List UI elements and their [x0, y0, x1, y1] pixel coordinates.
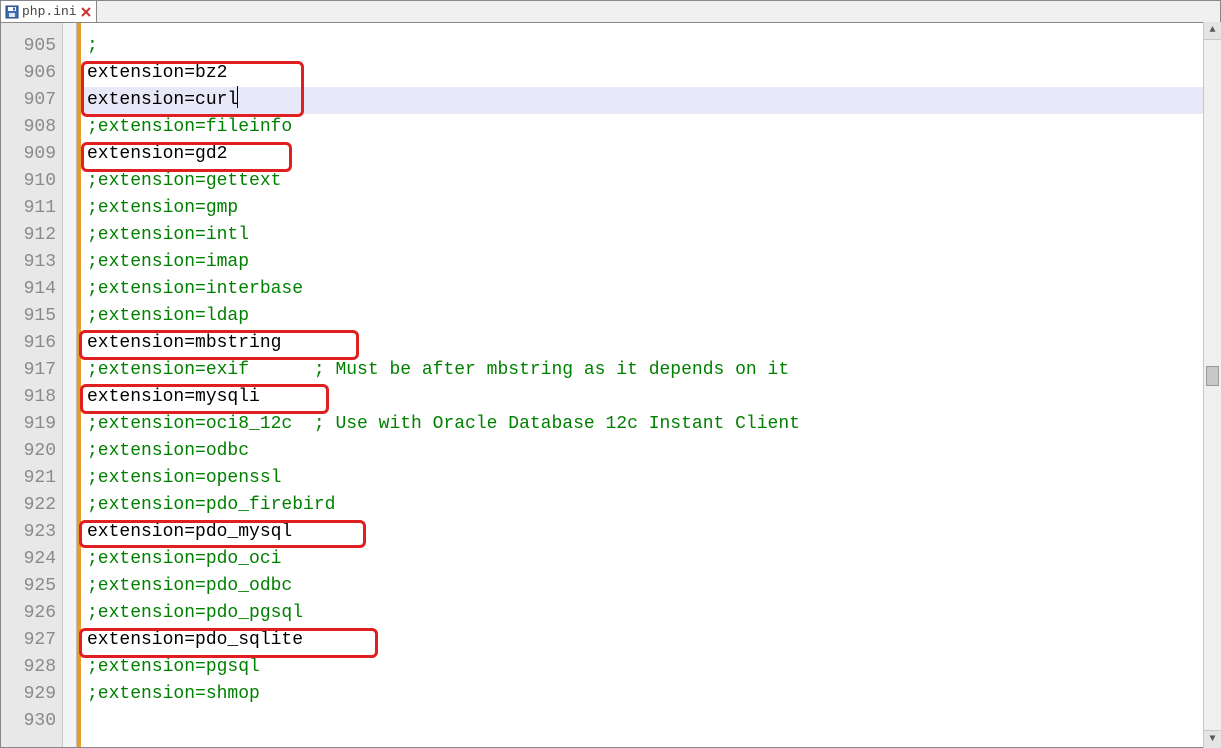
code-line[interactable]: ;extension=pgsql: [81, 654, 1220, 681]
line-number: 913: [1, 249, 62, 276]
code-text: ;extension=oci8_12c ; Use with Oracle Da…: [87, 414, 800, 434]
code-text: ;: [87, 36, 98, 56]
code-line[interactable]: extension=pdo_mysql: [81, 519, 1220, 546]
code-text: extension=pdo_sqlite: [87, 630, 303, 650]
code-line[interactable]: extension=gd2: [81, 141, 1220, 168]
line-number: 906: [1, 60, 62, 87]
scrollbar-thumb[interactable]: [1206, 366, 1219, 386]
code-text: extension=bz2: [87, 63, 227, 83]
code-line[interactable]: extension=bz2: [81, 60, 1220, 87]
save-icon: [5, 5, 19, 19]
code-line[interactable]: ;extension=openssl: [81, 465, 1220, 492]
code-text: ;extension=interbase: [87, 279, 303, 299]
code-line[interactable]: extension=curl: [81, 87, 1220, 114]
code-line[interactable]: ;extension=odbc: [81, 438, 1220, 465]
line-number: 930: [1, 708, 62, 735]
code-text: extension=mbstring: [87, 333, 281, 353]
code-line[interactable]: [81, 708, 1220, 735]
line-number: 921: [1, 465, 62, 492]
line-number-gutter: 9059069079089099109119129139149159169179…: [1, 23, 63, 747]
code-text: ;extension=pdo_odbc: [87, 576, 292, 596]
code-text: ;extension=pgsql: [87, 657, 260, 677]
line-number: 911: [1, 195, 62, 222]
code-line[interactable]: ;extension=oci8_12c ; Use with Oracle Da…: [81, 411, 1220, 438]
fold-margin: [63, 23, 77, 747]
editor: 9059069079089099109119129139149159169179…: [1, 23, 1220, 747]
line-number: 912: [1, 222, 62, 249]
code-text: ;extension=imap: [87, 252, 249, 272]
code-text: ;extension=openssl: [87, 468, 281, 488]
code-line[interactable]: ;extension=fileinfo: [81, 114, 1220, 141]
code-line[interactable]: ;extension=ldap: [81, 303, 1220, 330]
code-line[interactable]: ;extension=pdo_oci: [81, 546, 1220, 573]
vertical-scrollbar[interactable]: ▲ ▼: [1203, 22, 1221, 748]
line-number: 909: [1, 141, 62, 168]
code-text: ;extension=ldap: [87, 306, 249, 326]
tab-filename: php.ini: [22, 4, 77, 19]
line-number: 927: [1, 627, 62, 654]
line-number: 908: [1, 114, 62, 141]
line-number: 928: [1, 654, 62, 681]
scroll-up-arrow[interactable]: ▲: [1204, 22, 1221, 40]
code-text: extension=mysqli: [87, 387, 260, 407]
code-line[interactable]: ;extension=imap: [81, 249, 1220, 276]
close-icon[interactable]: [80, 6, 92, 18]
code-text: ;extension=fileinfo: [87, 117, 292, 137]
line-number: 923: [1, 519, 62, 546]
line-number: 924: [1, 546, 62, 573]
line-number: 922: [1, 492, 62, 519]
code-line[interactable]: ;extension=pdo_odbc: [81, 573, 1220, 600]
line-number: 918: [1, 384, 62, 411]
code-text: extension=curl: [87, 90, 238, 110]
code-text: extension=pdo_mysql: [87, 522, 292, 542]
code-text: ;extension=exif ; Must be after mbstring…: [87, 360, 789, 380]
line-number: 917: [1, 357, 62, 384]
code-text: ;extension=odbc: [87, 441, 249, 461]
code-line[interactable]: ;extension=exif ; Must be after mbstring…: [81, 357, 1220, 384]
code-text: ;extension=shmop: [87, 684, 260, 704]
code-text: ;extension=intl: [87, 225, 249, 245]
code-line[interactable]: ;extension=intl: [81, 222, 1220, 249]
line-number: 915: [1, 303, 62, 330]
code-line[interactable]: ;extension=gettext: [81, 168, 1220, 195]
code-line[interactable]: ;: [81, 33, 1220, 60]
code-line[interactable]: extension=mbstring: [81, 330, 1220, 357]
line-number: 905: [1, 33, 62, 60]
code-text: ;extension=pdo_pgsql: [87, 603, 303, 623]
code-text: extension=gd2: [87, 144, 227, 164]
code-line[interactable]: extension=mysqli: [81, 384, 1220, 411]
line-number: 925: [1, 573, 62, 600]
code-line[interactable]: ;extension=gmp: [81, 195, 1220, 222]
code-area[interactable]: ; extension=bz2 extension=curl ;extension=f…: [81, 23, 1220, 747]
tab-bar: php.ini: [1, 1, 1220, 23]
code-line[interactable]: extension=pdo_sqlite: [81, 627, 1220, 654]
line-number: 916: [1, 330, 62, 357]
code-text: ;extension=gettext: [87, 171, 281, 191]
code-text: ;extension=gmp: [87, 198, 238, 218]
editor-tab[interactable]: php.ini: [1, 1, 97, 22]
code-text: ;extension=pdo_firebird: [87, 495, 335, 515]
line-number: 919: [1, 411, 62, 438]
line-number: 907: [1, 87, 62, 114]
line-number: 929: [1, 681, 62, 708]
code-line[interactable]: ;extension=pdo_pgsql: [81, 600, 1220, 627]
line-number: 920: [1, 438, 62, 465]
code-line[interactable]: ;extension=interbase: [81, 276, 1220, 303]
line-number: 910: [1, 168, 62, 195]
text-caret: [237, 86, 238, 108]
code-line[interactable]: ;extension=pdo_firebird: [81, 492, 1220, 519]
code-line[interactable]: ;extension=shmop: [81, 681, 1220, 708]
scroll-down-arrow[interactable]: ▼: [1204, 730, 1221, 748]
line-number: 926: [1, 600, 62, 627]
line-number: 914: [1, 276, 62, 303]
code-text: ;extension=pdo_oci: [87, 549, 281, 569]
